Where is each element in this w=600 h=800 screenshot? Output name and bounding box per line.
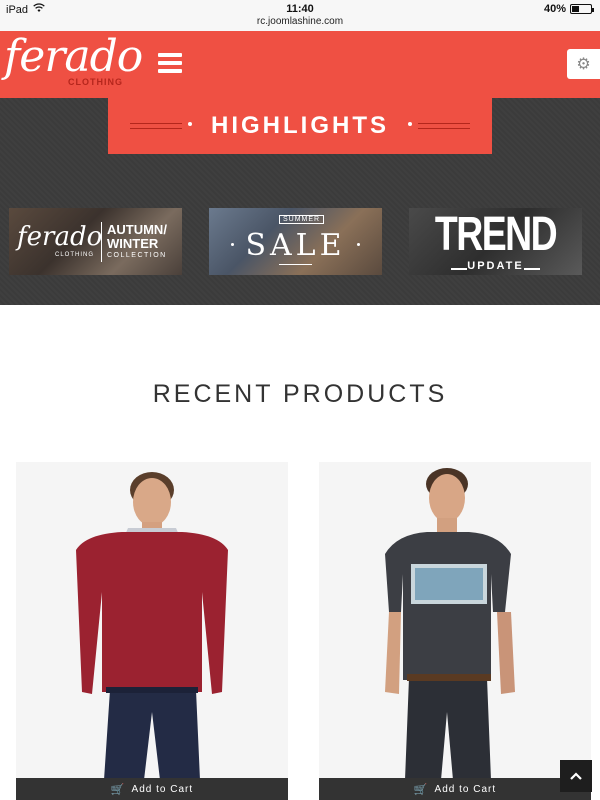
banner-dot-right [357, 243, 360, 246]
cart-icon: 🛒 [413, 783, 429, 796]
banner-underline [279, 264, 312, 265]
recent-products-title: RECENT PRODUCTS [152, 380, 448, 408]
settings-button[interactable]: ⚙ [567, 49, 600, 79]
address-url[interactable]: rc.joomlashine.com [0, 16, 600, 27]
heading-dot-right [408, 122, 412, 126]
banner-trend-update[interactable]: TREND UPDATE [409, 208, 582, 275]
gear-icon: ⚙ [576, 56, 591, 73]
banner-dash-right [524, 268, 540, 270]
highlights-heading-tab: HIGHLIGHTS [108, 98, 492, 154]
status-bar: iPad 11:40 rc.joomlashine.com 40% [0, 0, 600, 31]
logo-subtext: CLOTHING [68, 77, 123, 87]
status-right: 40% [543, 3, 594, 15]
add-to-cart-label: Add to Cart [434, 783, 497, 795]
add-to-cart-button[interactable]: 🛒 Add to Cart [319, 778, 591, 800]
banner-collection-text: COLLECTION [107, 252, 167, 259]
banner-line-1: AUTUMN/ [107, 222, 167, 237]
highlights-section: HIGHLIGHTS ferado CLOTHING AUTUMN/ WINTE… [0, 98, 600, 305]
battery-percent: 40% [543, 3, 566, 15]
chevron-up-icon [570, 772, 582, 780]
banner-autumn-winter[interactable]: ferado CLOTHING AUTUMN/ WINTER COLLECTIO… [9, 208, 182, 275]
menu-icon[interactable] [158, 53, 182, 73]
battery-icon [570, 4, 594, 14]
banner-divider [101, 222, 102, 262]
scroll-to-top-button[interactable] [560, 760, 592, 792]
banner-sale-text: SALE [245, 228, 346, 263]
product-card[interactable]: 🛒 Add to Cart [319, 462, 591, 800]
heading-ornament-right [418, 123, 470, 129]
add-to-cart-button[interactable]: 🛒 Add to Cart [16, 778, 288, 800]
site-logo[interactable]: ferado CLOTHING [4, 31, 143, 93]
product-image[interactable] [16, 462, 288, 780]
product-card[interactable]: 🛒 Add to Cart [16, 462, 288, 800]
status-time: 11:40 [286, 3, 314, 15]
banner-summer-sale[interactable]: SUMMER SALE [209, 208, 382, 275]
banner-logo-text: ferado [17, 222, 103, 252]
banner-season-text: AUTUMN/ WINTER [107, 223, 167, 251]
battery-fill [572, 6, 579, 12]
add-to-cart-label: Add to Cart [131, 783, 194, 795]
site-header: ferado CLOTHING ⚙ [0, 31, 600, 98]
banner-update-text: UPDATE [467, 260, 524, 272]
logo-text: ferado [4, 31, 143, 82]
banner-line-2: WINTER [107, 236, 159, 251]
banner-summer-label: SUMMER [279, 215, 325, 224]
cart-icon: 🛒 [110, 783, 126, 796]
banner-trend-text: TREND [434, 208, 558, 261]
banner-logo-subtext: CLOTHING [55, 252, 95, 258]
product-image[interactable] [319, 462, 591, 780]
